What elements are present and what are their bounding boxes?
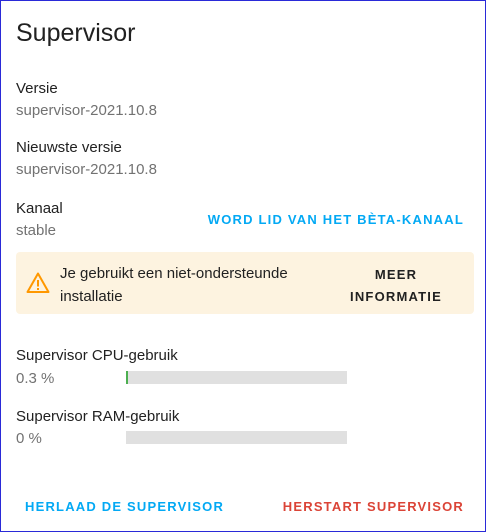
ram-usage-value: 0 %: [16, 430, 42, 447]
unsupported-warning: Je gebruikt een niet-ondersteunde instal…: [16, 252, 474, 314]
ram-usage-label: Supervisor RAM-gebruik: [16, 408, 180, 425]
cpu-usage-value: 0.3 %: [16, 370, 55, 387]
more-info-label-line2: INFORMATIE: [350, 289, 442, 304]
join-beta-channel-button[interactable]: WORD LID VAN HET BÈTA-KANAAL: [208, 212, 464, 227]
latest-version-value: supervisor-2021.10.8: [16, 161, 157, 178]
latest-version-label: Nieuwste versie: [16, 139, 122, 156]
alert-triangle-icon: [26, 272, 50, 293]
channel-label: Kanaal: [16, 200, 63, 217]
supervisor-card: Supervisor Versie supervisor-2021.10.8 N…: [0, 0, 486, 532]
ram-usage-bar: [126, 431, 347, 444]
version-label: Versie: [16, 80, 58, 97]
channel-value: stable: [16, 222, 57, 239]
cpu-usage-label: Supervisor CPU-gebruik: [16, 347, 178, 364]
cpu-usage-bar: [126, 371, 347, 384]
warning-message: Je gebruikt een niet-ondersteunde instal…: [60, 265, 288, 305]
reload-supervisor-button[interactable]: HERLAAD DE SUPERVISOR: [25, 499, 224, 514]
more-info-label-line1: MEER: [374, 267, 418, 282]
version-value: supervisor-2021.10.8: [16, 102, 157, 119]
card-title: Supervisor: [16, 19, 136, 47]
cpu-usage-bar-fill: [126, 371, 128, 384]
more-info-button[interactable]: MEER INFORMATIE: [336, 264, 456, 308]
restart-supervisor-button[interactable]: HERSTART SUPERVISOR: [283, 499, 464, 514]
